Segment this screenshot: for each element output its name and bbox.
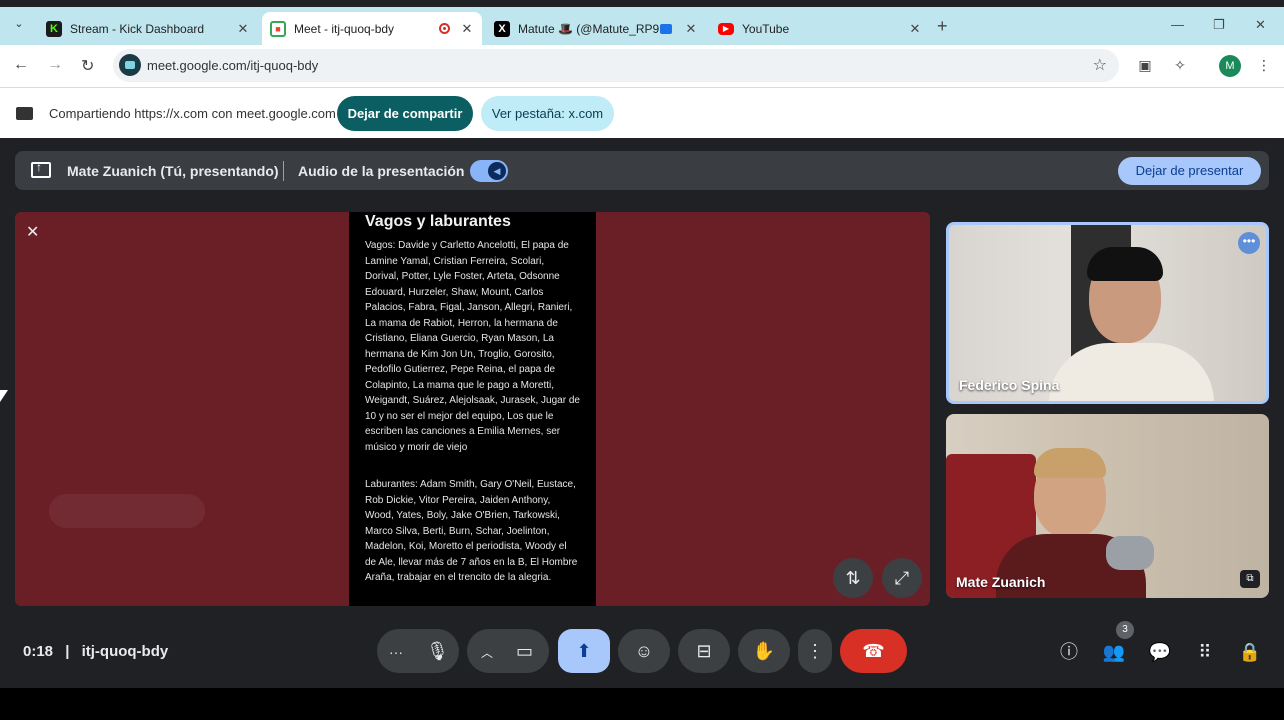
stop-sharing-button[interactable]: Dejar de compartir [337,96,473,131]
people-icon[interactable]: 👥 [1102,640,1126,664]
microphone-prop [1106,536,1154,570]
close-window-icon[interactable]: ✕ [1255,17,1266,33]
reload-icon[interactable]: ↻ [81,56,94,76]
meeting-details-icon[interactable]: ⓘ [1057,640,1081,664]
chevron-up-icon[interactable]: ︿ [481,646,493,660]
swap-layout-icon[interactable]: ⇅ [833,558,873,598]
sharing-tab-icon [660,23,672,34]
hang-up-icon: ☎ [862,641,885,661]
meeting-separator: | [65,643,70,660]
chat-icon[interactable]: 💬 [1148,640,1172,664]
presentation-audio-toggle[interactable]: ◀ [470,160,508,182]
participant-tile[interactable]: ••• Federico Spina [946,222,1269,404]
menu-kebab-icon[interactable]: ⋮ [1256,57,1272,73]
divider [283,161,284,181]
close-tab-icon[interactable]: ✕ [682,21,700,37]
volume-icon: ◀ [488,162,506,180]
presenter-name: Mate Zuanich (Tú, presentando) [67,163,279,179]
tab-kick[interactable]: K Stream - Kick Dashboard ✕ [38,12,258,45]
present-screen-icon: ⬆ [576,641,592,661]
site-info-icon[interactable] [119,54,141,76]
presenting-bar: Mate Zuanich (Tú, presentando) Audio de … [15,151,1269,190]
reactions-button[interactable]: ☺ [618,629,670,673]
youtube-favicon-icon: ▶ [718,22,734,35]
present-screen-icon [31,160,51,178]
present-screen-button[interactable]: ⬆ [558,629,610,673]
sharing-infobar: Compartiendo https://x.com con meet.goog… [0,87,1284,138]
extensions-icon[interactable]: ✧ [1172,57,1188,73]
shared-document: Vagos y laburantes Vagos: Davide y Carle… [349,212,596,606]
tab-x[interactable]: X Matute 🎩 (@Matute_RP9 ✕ [486,12,706,45]
close-tab-icon[interactable]: ✕ [458,21,476,37]
more-audio-options-icon[interactable]: ··· [389,644,403,660]
more-vert-icon: ⋮ [806,641,824,661]
picture-in-picture-icon[interactable]: ⧉ [1240,570,1260,588]
tab-strip: ⌄ K Stream - Kick Dashboard ✕ ■ Meet - i… [0,7,1284,45]
screen: ⌄ K Stream - Kick Dashboard ✕ ■ Meet - i… [0,0,1284,720]
mouse-cursor-icon [0,390,8,402]
raise-hand-button[interactable]: ✋ [738,629,790,673]
leave-call-button[interactable]: ☎ [840,629,907,673]
people-count-badge: 3 [1116,621,1134,639]
participant-hair [1087,247,1163,281]
forward-icon[interactable]: → [47,56,63,74]
participant-name: Mate Zuanich [956,574,1046,590]
screen-share-icon [16,107,33,120]
meeting-time: 0:18 [23,643,54,660]
captions-button[interactable]: ⊟ [678,629,730,673]
minimize-icon[interactable]: — [1171,17,1184,32]
url-text: meet.google.com/itj-quoq-bdy [147,58,319,73]
close-icon[interactable]: ✕ [26,222,39,242]
address-bar[interactable]: meet.google.com/itj-quoq-bdy ☆ [113,49,1119,82]
more-options-button[interactable]: ⋮ [798,629,832,673]
activities-icon[interactable]: ⠿ [1193,640,1217,664]
tab-search-icon[interactable]: ⌄ [10,15,28,33]
captions-icon: ⊟ [696,641,712,661]
background-post-button [49,494,205,528]
kick-favicon-icon: K [46,20,62,37]
back-icon[interactable]: ← [13,56,29,74]
bottom-strip [0,688,1284,720]
camera-icon[interactable]: ▭ [516,641,533,661]
document-title: Vagos y laburantes [365,213,511,230]
microphone-control[interactable]: ··· 🎙 [377,629,459,673]
host-controls-icon[interactable]: 🔒 [1238,640,1262,664]
recording-icon [439,23,450,34]
participant-name: Federico Spina [959,377,1060,393]
participant-hair [1034,448,1106,478]
fullscreen-icon[interactable]: ⤢ [882,558,922,598]
tab-youtube[interactable]: ▶ YouTube ✕ [710,12,930,45]
restore-icon[interactable]: ❐ [1213,17,1225,33]
view-tab-button[interactable]: Ver pestaña: x.com [481,96,614,131]
cast-icon[interactable]: ▣ [1137,57,1153,73]
stop-presenting-button[interactable]: Dejar de presentar [1118,157,1261,185]
new-tab-icon[interactable]: + [937,16,948,37]
shared-screen: ✕ Vagos y laburantes Vagos: Davide y Car… [15,212,930,606]
tab-title: Meet - itj-quoq-bdy [294,21,395,36]
presentation-audio-label: Audio de la presentación [298,163,465,179]
meeting-code: itj-quoq-bdy [81,643,169,660]
browser-toolbar: ← → ↻ meet.google.com/itj-quoq-bdy ☆ ▣ ✧… [0,45,1284,87]
meet-favicon-icon: ■ [270,20,286,37]
profile-avatar[interactable]: M [1219,55,1241,77]
microphone-icon[interactable]: 🎙 [426,641,449,661]
tab-title: Stream - Kick Dashboard [70,21,205,36]
x-favicon-icon: X [494,20,510,37]
close-tab-icon[interactable]: ✕ [234,21,252,37]
tab-meet[interactable]: ■ Meet - itj-quoq-bdy ✕ [262,12,482,45]
close-tab-icon[interactable]: ✕ [906,21,924,37]
sharing-status-text: Compartiendo https://x.com con meet.goog… [49,106,336,121]
emoji-icon: ☺ [634,641,654,661]
document-paragraph: Laburantes: Adam Smith, Gary O'Neil, Eus… [365,479,578,583]
document-paragraph: Vagos: Davide y Carletto Ancelotti, El p… [365,240,580,453]
camera-control[interactable]: ︿ ▭ [467,629,549,673]
hand-icon: ✋ [752,641,776,661]
bookmark-star-icon[interactable]: ☆ [1093,55,1107,75]
more-options-icon[interactable]: ••• [1238,232,1260,254]
participant-tile[interactable]: Mate Zuanich ⧉ [946,414,1269,598]
tab-title: YouTube [742,21,790,36]
meeting-info: 0:18 | itj-quoq-bdy [23,643,168,660]
tab-title: Matute 🎩 (@Matute_RP9 [518,21,660,36]
